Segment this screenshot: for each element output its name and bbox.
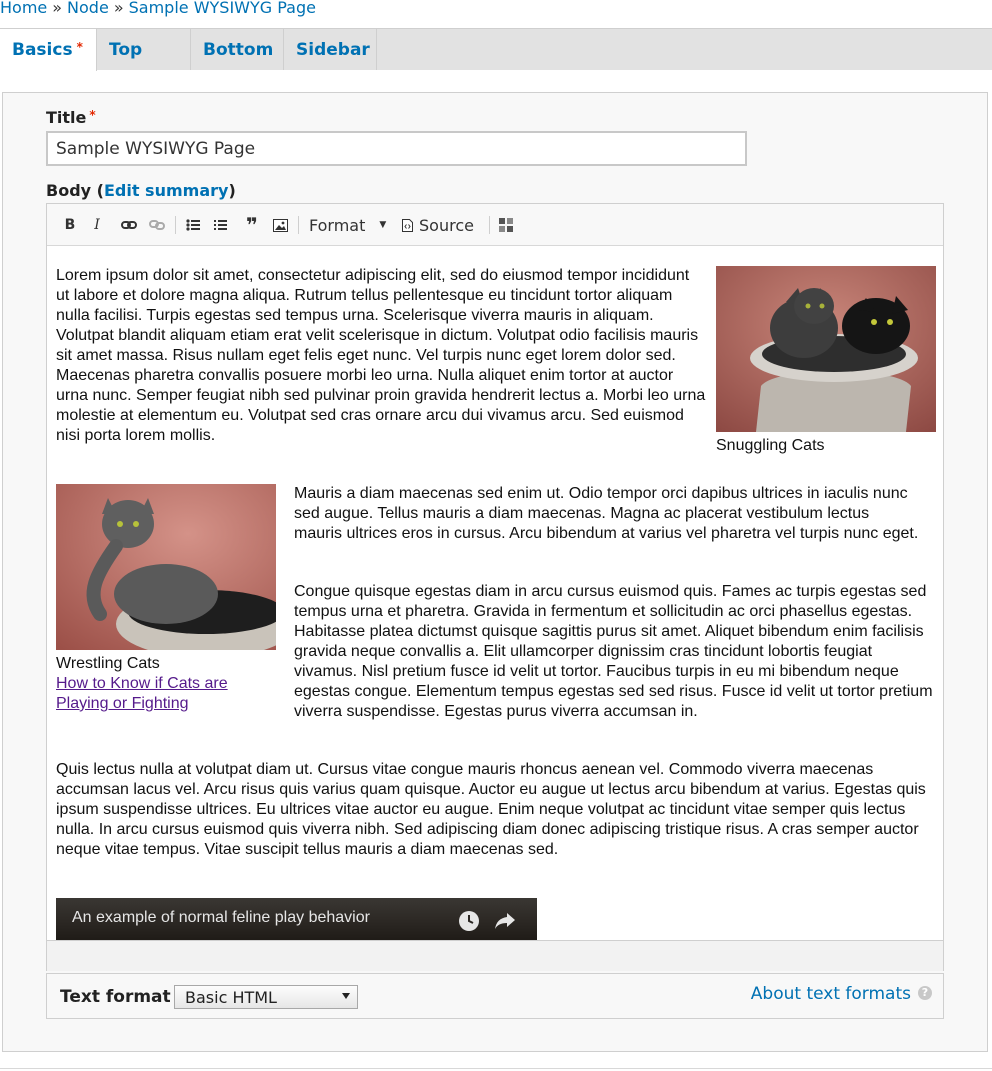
wrestling-cats-image[interactable] bbox=[56, 484, 276, 650]
text-format-label: Text format bbox=[60, 987, 171, 1007]
link-icon bbox=[121, 221, 137, 229]
text-format-selected: Basic HTML bbox=[185, 988, 277, 1007]
breadcrumb: Home » Node» Sample WYSIWYG Page bbox=[0, 0, 316, 17]
breadcrumb-current[interactable]: Sample WYSIWYG Page bbox=[129, 0, 316, 17]
tab-bottom-label: Bottom bbox=[203, 40, 274, 60]
unlink-icon bbox=[149, 220, 165, 230]
image-icon bbox=[272, 218, 288, 232]
format-dropdown[interactable]: Format ▼ bbox=[309, 212, 391, 238]
tab-basics-label: Basics bbox=[12, 40, 73, 60]
about-text-formats-link[interactable]: About text formats bbox=[751, 984, 911, 1004]
source-icon bbox=[402, 218, 413, 232]
tab-bottom[interactable]: Bottom bbox=[191, 29, 284, 70]
tab-top-label: Top bbox=[109, 40, 143, 60]
tab-top[interactable]: Top bbox=[97, 29, 191, 70]
toolbar-separator bbox=[489, 216, 490, 234]
breadcrumb-node[interactable]: Node bbox=[67, 0, 109, 17]
bulleted-list-icon bbox=[186, 219, 200, 231]
breadcrumb-separator: » bbox=[52, 0, 63, 17]
video-title: An example of normal feline play behavio… bbox=[72, 909, 370, 926]
toolbar-separator bbox=[298, 216, 299, 234]
wysiwyg-editor: B I ❞ Format ▼ Source Lorem ipsum dolor … bbox=[46, 203, 944, 941]
snuggling-cats-image[interactable] bbox=[716, 266, 936, 432]
paragraph: Lorem ipsum dolor sit amet, consectetur … bbox=[56, 267, 706, 444]
tab-bar: Basics * Top Bottom Sidebar bbox=[0, 28, 992, 71]
snuggling-cats-image-graphic bbox=[716, 266, 936, 432]
paren-close: ) bbox=[228, 181, 236, 200]
image-caption: Snuggling Cats bbox=[716, 437, 825, 454]
help-icon[interactable]: ? bbox=[918, 986, 932, 1000]
title-input[interactable] bbox=[46, 131, 747, 166]
text-format-select[interactable]: Basic HTML bbox=[174, 985, 358, 1009]
body-label: Body (Edit summary) bbox=[46, 181, 236, 200]
image-button[interactable] bbox=[270, 212, 290, 238]
title-label-text: Title bbox=[46, 108, 87, 127]
clock-icon[interactable] bbox=[458, 910, 480, 932]
link-button[interactable] bbox=[119, 212, 139, 238]
edit-summary-link[interactable]: Edit summary bbox=[104, 181, 228, 200]
bold-button[interactable]: B bbox=[61, 212, 79, 238]
media-embed-button[interactable] bbox=[495, 212, 517, 238]
cats-article-link[interactable]: How to Know if Cats are Playing or Fight… bbox=[56, 674, 266, 714]
paragraph: Quis lectus nulla at volutpat diam ut. C… bbox=[56, 761, 926, 858]
wrestling-cats-image-graphic bbox=[56, 484, 276, 650]
body-label-text: Body bbox=[46, 181, 92, 200]
editor-content[interactable]: Lorem ipsum dolor sit amet, consectetur … bbox=[47, 246, 943, 940]
video-embed[interactable]: An example of normal feline play behavio… bbox=[56, 898, 537, 940]
unlink-button[interactable] bbox=[147, 212, 167, 238]
italic-button[interactable]: I bbox=[88, 212, 106, 238]
media-embed-icon bbox=[499, 218, 513, 232]
blockquote-button[interactable]: ❞ bbox=[240, 212, 264, 238]
text-format-bar: Text format Basic HTML About text format… bbox=[46, 973, 944, 1019]
editor-toolbar: B I ❞ Format ▼ Source bbox=[47, 204, 943, 246]
chevron-down-icon: ▼ bbox=[379, 220, 387, 230]
source-button[interactable]: Source bbox=[402, 212, 482, 238]
bulleted-list-button[interactable] bbox=[183, 212, 203, 238]
format-dropdown-label: Format bbox=[309, 215, 366, 235]
breadcrumb-home[interactable]: Home bbox=[0, 0, 47, 17]
title-label: Title * bbox=[46, 108, 96, 127]
toolbar-separator bbox=[175, 216, 176, 234]
tab-sidebar-label: Sidebar bbox=[296, 40, 370, 60]
breadcrumb-separator: » bbox=[113, 0, 124, 17]
paren-open: ( bbox=[96, 181, 104, 200]
tab-basics[interactable]: Basics * bbox=[0, 29, 97, 71]
image-caption: Wrestling Cats bbox=[56, 655, 160, 672]
tab-sidebar[interactable]: Sidebar bbox=[284, 29, 377, 70]
required-marker: * bbox=[76, 40, 83, 54]
divider bbox=[0, 1068, 992, 1069]
numbered-list-button[interactable] bbox=[210, 212, 230, 238]
editor-statusbar bbox=[46, 941, 944, 971]
source-label: Source bbox=[419, 215, 474, 235]
chevron-down-icon bbox=[342, 993, 350, 999]
share-icon[interactable] bbox=[494, 911, 516, 931]
paragraph: Congue quisque egestas diam in arcu curs… bbox=[294, 583, 933, 720]
required-marker: * bbox=[89, 108, 96, 122]
numbered-list-icon bbox=[214, 220, 227, 230]
paragraph: Mauris a diam maecenas sed enim ut. Odio… bbox=[294, 485, 919, 542]
